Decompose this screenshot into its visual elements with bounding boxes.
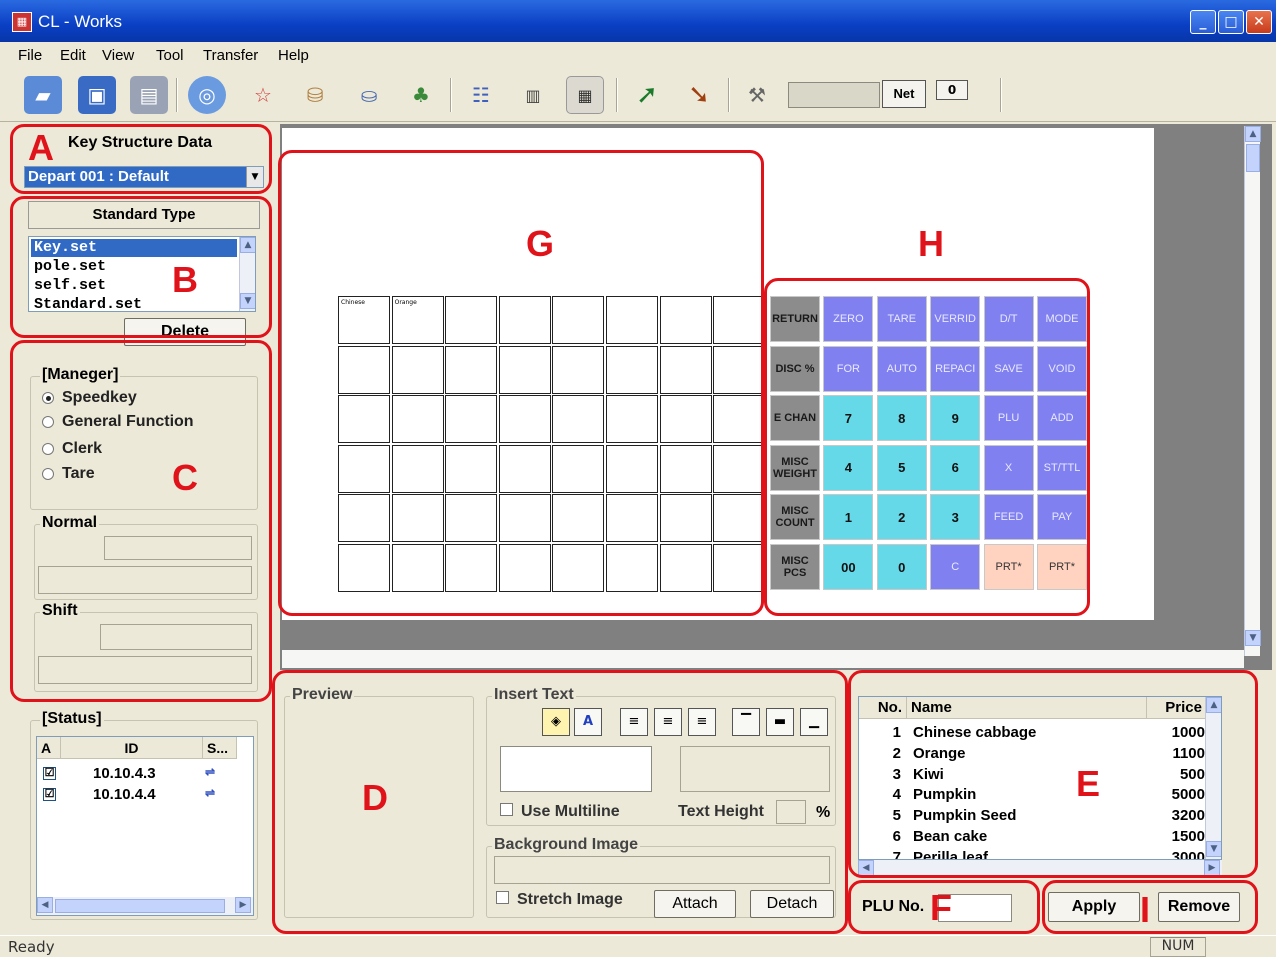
upload-icon[interactable]: ➚ (628, 76, 666, 114)
window-title: CL - Works (38, 12, 123, 31)
num-lock-indicator: NUM (1150, 937, 1206, 957)
toolbar: ▰ ▣ ▤ ◎ ☆ ⛁ ⛀ ♣ ☷ ▥ ▦ ➚ ➘ ⚒ Net 0 (0, 68, 1276, 122)
print-icon[interactable]: ▤ (130, 76, 168, 114)
annotation-box-h (764, 278, 1090, 616)
marker-c: C (172, 457, 198, 498)
status-text: Ready (8, 938, 55, 956)
status-bar: Ready NUM (0, 935, 1276, 957)
annotation-box-g (278, 150, 764, 616)
annotation-box-c (10, 340, 272, 702)
scroll-left-icon[interactable]: ◀ (37, 897, 53, 913)
annotation-box-d (272, 670, 848, 934)
col-a[interactable]: A (37, 737, 61, 759)
marker-b: B (172, 259, 198, 300)
marker-e: E (1076, 763, 1101, 804)
status-scrollbar[interactable]: ◀ ▶ (37, 897, 253, 915)
marker-h: H (918, 223, 944, 264)
scale-icon[interactable]: ⛁ (296, 76, 334, 114)
maximize-icon[interactable]: □ (1218, 10, 1244, 34)
checkbox-icon[interactable]: ☑ (43, 788, 56, 801)
annotation-box-e (848, 670, 1258, 878)
status-table[interactable]: A ID S... ☑ 10.10.4.3 ⇌ ☑ 10.10.4.4 ⇌ ◀ … (36, 736, 254, 916)
net-button[interactable]: Net (882, 80, 926, 108)
scroll-up-icon[interactable]: ▲ (1245, 126, 1261, 142)
menu-view[interactable]: View (102, 47, 134, 64)
canvas-vscroll[interactable]: ▲ ▼ (1244, 126, 1261, 656)
globe-icon[interactable]: ◎ (188, 76, 226, 114)
checkbox-icon[interactable]: ☑ (43, 767, 56, 780)
title-bar: ▦ CL - Works _ □ ✕ (0, 0, 1276, 42)
save-icon[interactable]: ▣ (78, 76, 116, 114)
marker-f: F (930, 887, 952, 928)
keyboard-icon[interactable]: ▦ (566, 76, 604, 114)
menu-bar: File Edit View Tool Transfer Help (0, 42, 1276, 68)
menu-tool[interactable]: Tool (156, 47, 184, 64)
connection-icon: ⇌ (205, 765, 216, 779)
connection-icon: ⇌ (205, 786, 216, 800)
menu-help[interactable]: Help (278, 47, 309, 64)
scroll-right-icon[interactable]: ▶ (235, 897, 251, 913)
download-icon[interactable]: ➘ (680, 76, 718, 114)
app-icon: ▦ (12, 12, 32, 32)
table-row[interactable]: ☑ 10.10.4.3 ⇌ (37, 764, 237, 784)
zero-button[interactable]: 0 (936, 80, 968, 100)
scale-send-icon[interactable]: ⛀ (350, 76, 388, 114)
weight-display (788, 82, 880, 108)
network-icon[interactable]: ♣ (402, 76, 440, 114)
scroll-down-icon[interactable]: ▼ (1245, 630, 1261, 646)
close-icon[interactable]: ✕ (1246, 10, 1272, 34)
table-row[interactable]: ☑ 10.10.4.4 ⇌ (37, 785, 237, 805)
tools-icon[interactable]: ⚒ (738, 76, 776, 114)
canvas-hscroll[interactable] (282, 650, 1244, 668)
marker-g: G (526, 223, 555, 264)
minimize-icon[interactable]: _ (1190, 10, 1216, 34)
status-title: [Status] (40, 710, 104, 728)
label-icon[interactable]: ▥ (514, 76, 552, 114)
menu-transfer[interactable]: Transfer (203, 47, 258, 64)
marker-a: A (28, 127, 54, 168)
annotation-box-b (10, 196, 272, 338)
list-icon[interactable]: ☷ (462, 76, 500, 114)
col-status[interactable]: S... (203, 737, 237, 759)
menu-edit[interactable]: Edit (60, 47, 86, 64)
col-id[interactable]: ID (61, 737, 203, 759)
marker-i: I (1140, 889, 1151, 930)
marker-d: D (362, 777, 388, 818)
menu-file[interactable]: File (18, 47, 42, 64)
star-icon[interactable]: ☆ (244, 76, 282, 114)
open-folder-icon[interactable]: ▰ (24, 76, 62, 114)
